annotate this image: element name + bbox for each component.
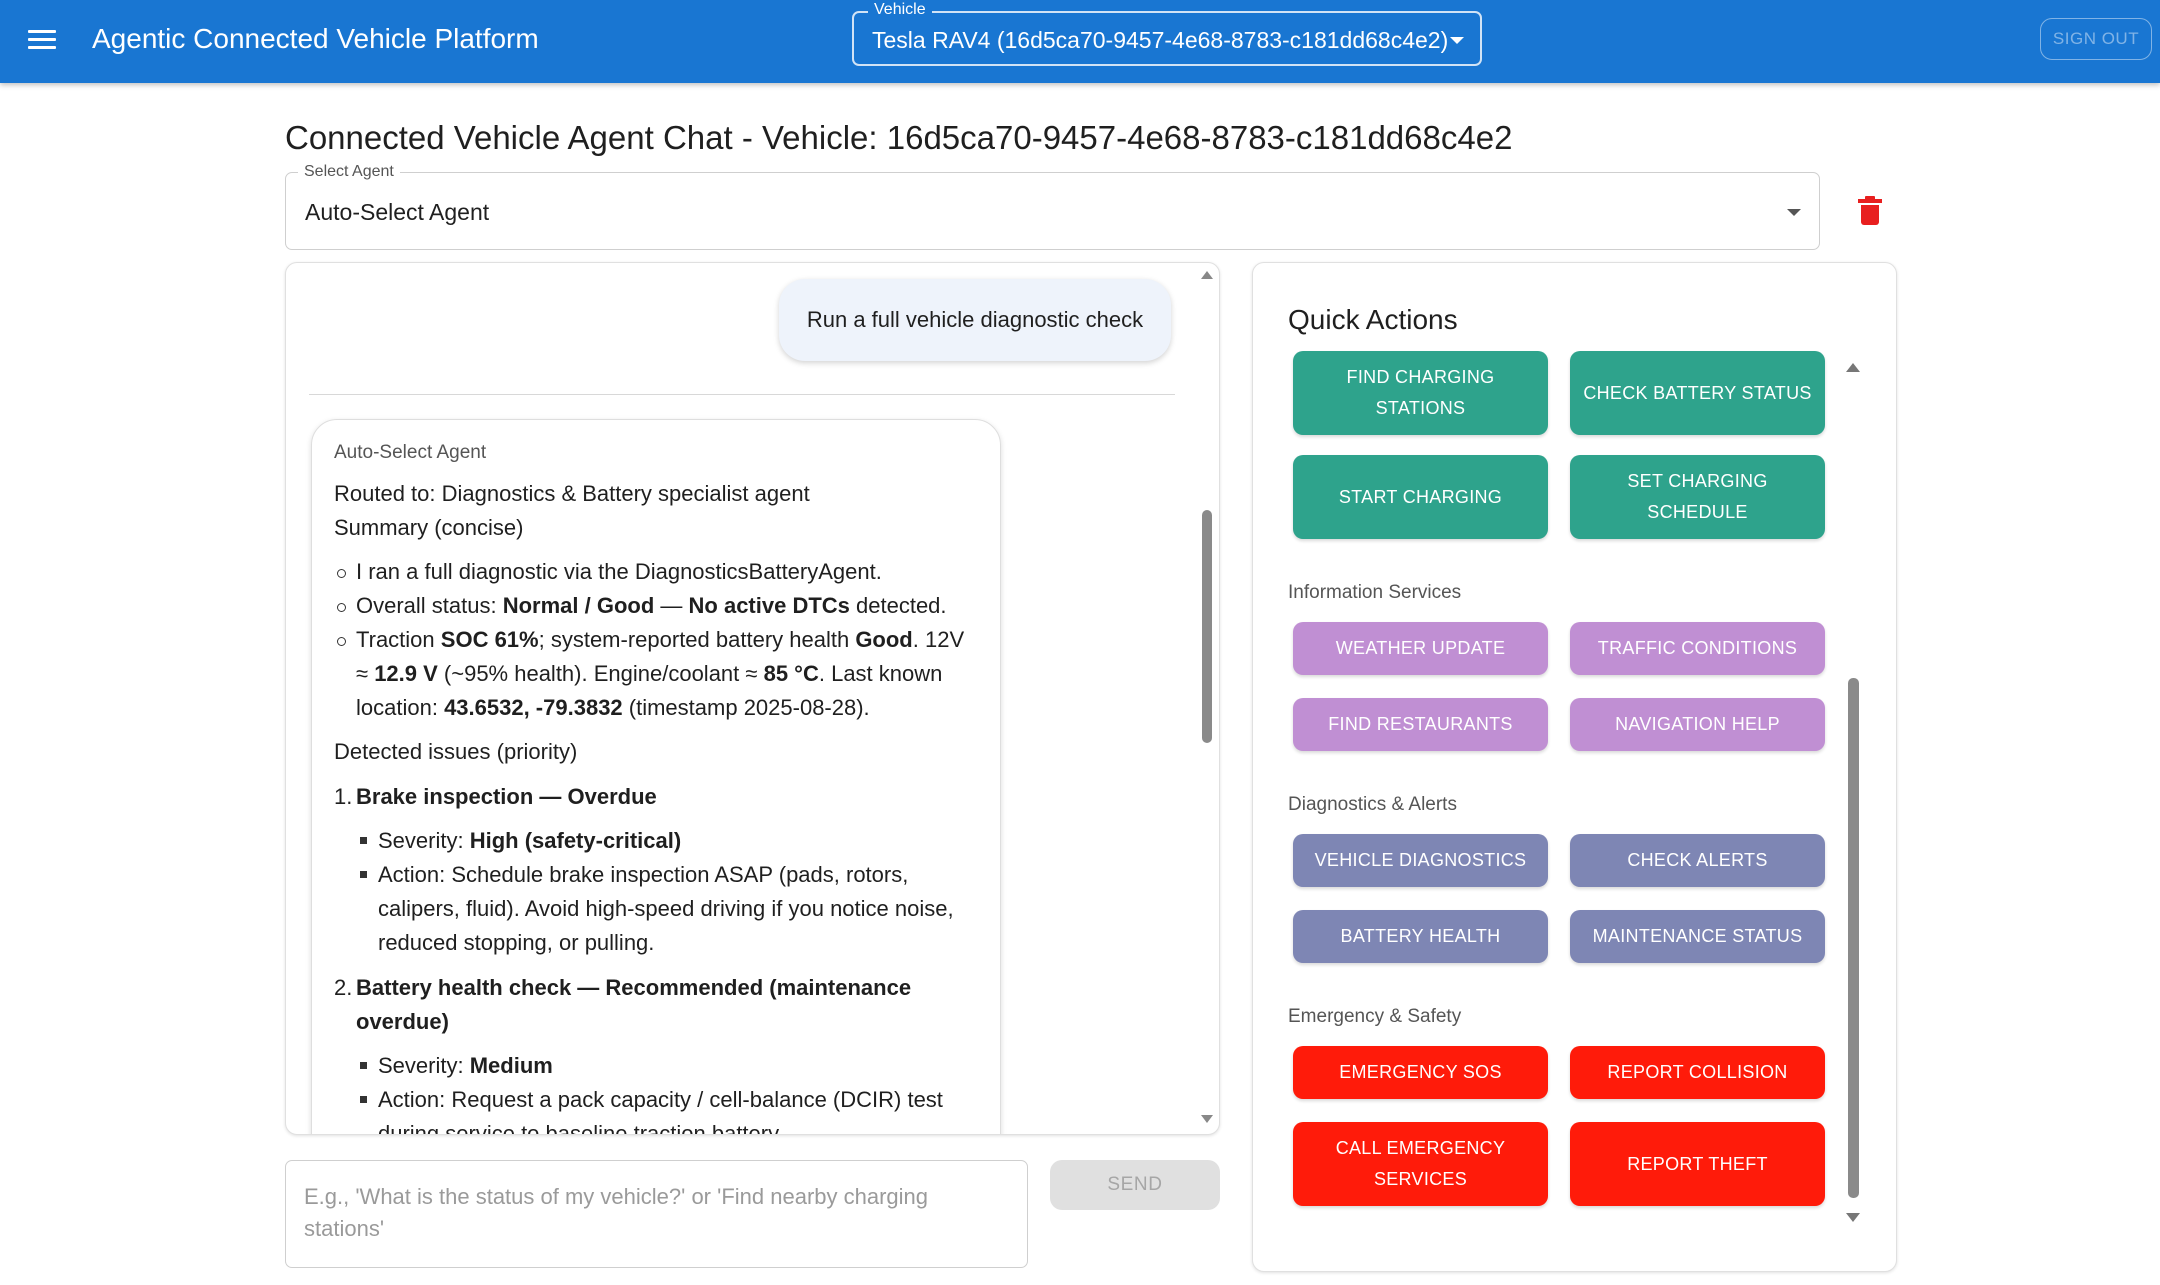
chat-divider [309, 394, 1175, 395]
traffic-conditions-button[interactable]: TRAFFIC CONDITIONS [1570, 622, 1825, 675]
quick-actions-title: Quick Actions [1288, 304, 1458, 335]
issue-item: 2. Battery health check — Recommended (ma… [334, 971, 978, 1134]
vehicle-select-value: Tesla RAV4 (16d5ca70-9457-4e68-8783-c181… [872, 27, 1449, 53]
issue-severity: Severity: Medium [356, 1049, 978, 1083]
scroll-up-arrow-icon[interactable] [1846, 363, 1860, 372]
issue-title: 2. Battery health check — Recommended (ma… [334, 975, 912, 1034]
app-title: Agentic Connected Vehicle Platform [92, 23, 539, 54]
issue-details: Severity: Medium Action: Request a pack … [334, 1049, 978, 1134]
scroll-down-arrow-icon[interactable] [1846, 1213, 1860, 1222]
issues-heading: Detected issues (priority) [334, 739, 578, 764]
agent-select-label: Select Agent [298, 162, 400, 182]
scroll-down-arrow-icon[interactable] [1201, 1115, 1213, 1123]
start-charging-button[interactable]: START CHARGING [1293, 455, 1548, 539]
chevron-down-icon [1450, 37, 1464, 44]
section-diagnostics-alerts: Diagnostics & Alerts [1288, 794, 1457, 815]
issue-action: Action: Schedule brake inspection ASAP (… [356, 858, 978, 960]
quick-actions-scrollbar[interactable] [1848, 678, 1859, 1198]
section-information-services: Information Services [1288, 582, 1462, 603]
issue-title: 1. Brake inspection — Overdue [334, 784, 657, 809]
find-charging-stations-button[interactable]: FIND CHARGING STATIONS [1293, 351, 1548, 435]
app-bar: Agentic Connected Vehicle Platform Vehic… [0, 0, 2160, 83]
report-collision-button[interactable]: REPORT COLLISION [1570, 1046, 1825, 1099]
user-message: Run a full vehicle diagnostic check [779, 279, 1171, 361]
check-alerts-button[interactable]: CHECK ALERTS [1570, 834, 1825, 887]
quick-actions-panel: Quick Actions FIND CHARGING STATIONS CHE… [1252, 262, 1897, 1272]
check-battery-status-button[interactable]: CHECK BATTERY STATUS [1570, 351, 1825, 435]
agent-message: Auto-Select Agent Routed to: Diagnostics… [311, 419, 1001, 1134]
agent-message-sender: Auto-Select Agent [334, 442, 487, 463]
scroll-up-arrow-icon[interactable] [1201, 271, 1213, 279]
chevron-down-icon [1787, 209, 1801, 216]
agent-select-value: Auto-Select Agent [305, 199, 490, 225]
report-theft-button[interactable]: REPORT THEFT [1570, 1122, 1825, 1206]
call-emergency-services-button[interactable]: CALL EMERGENCY SERVICES [1293, 1122, 1548, 1206]
message-input[interactable] [285, 1160, 1028, 1268]
routed-to-text: Routed to: Diagnostics & Battery special… [334, 481, 810, 506]
trash-icon[interactable] [1858, 196, 1882, 226]
maintenance-status-button[interactable]: MAINTENANCE STATUS [1570, 910, 1825, 963]
set-charging-schedule-button[interactable]: SET CHARGING SCHEDULE [1570, 455, 1825, 539]
issue-severity: Severity: High (safety-critical) [356, 824, 978, 858]
sign-out-button[interactable]: SIGN OUT [2040, 18, 2152, 60]
summary-list: I ran a full diagnostic via the Diagnost… [334, 555, 978, 725]
section-emergency-safety: Emergency & Safety [1288, 1006, 1462, 1027]
issue-item: 1. Brake inspection — Overdue Severity: H… [334, 780, 978, 960]
summary-item: Overall status: Normal / Good — No activ… [334, 589, 978, 623]
battery-health-button[interactable]: BATTERY HEALTH [1293, 910, 1548, 963]
summary-item: Traction SOC 61%; system-reported batter… [334, 623, 978, 725]
agent-select[interactable]: Select Agent Auto-Select Agent [285, 162, 1820, 250]
vehicle-select[interactable]: Vehicle Tesla RAV4 (16d5ca70-9457-4e68-8… [852, 1, 1482, 66]
weather-update-button[interactable]: WEATHER UPDATE [1293, 622, 1548, 675]
vehicle-diagnostics-button[interactable]: VEHICLE DIAGNOSTICS [1293, 834, 1548, 887]
vehicle-select-label: Vehicle [868, 1, 932, 19]
chat-panel: Run a full vehicle diagnostic check Auto… [285, 262, 1220, 1135]
issue-details: Severity: High (safety-critical) Action:… [334, 824, 978, 960]
find-restaurants-button[interactable]: FIND RESTAURANTS [1293, 698, 1548, 751]
send-button[interactable]: SEND [1050, 1160, 1220, 1210]
summary-item: I ran a full diagnostic via the Diagnost… [334, 555, 978, 589]
chat-scrollbar[interactable] [1202, 510, 1212, 743]
navigation-help-button[interactable]: NAVIGATION HELP [1570, 698, 1825, 751]
summary-heading: Summary (concise) [334, 515, 524, 540]
page-title: Connected Vehicle Agent Chat - Vehicle: … [285, 119, 1513, 156]
issue-action: Action: Request a pack capacity / cell-b… [356, 1083, 978, 1134]
emergency-sos-button[interactable]: EMERGENCY SOS [1293, 1046, 1548, 1099]
menu-icon[interactable] [28, 26, 56, 50]
